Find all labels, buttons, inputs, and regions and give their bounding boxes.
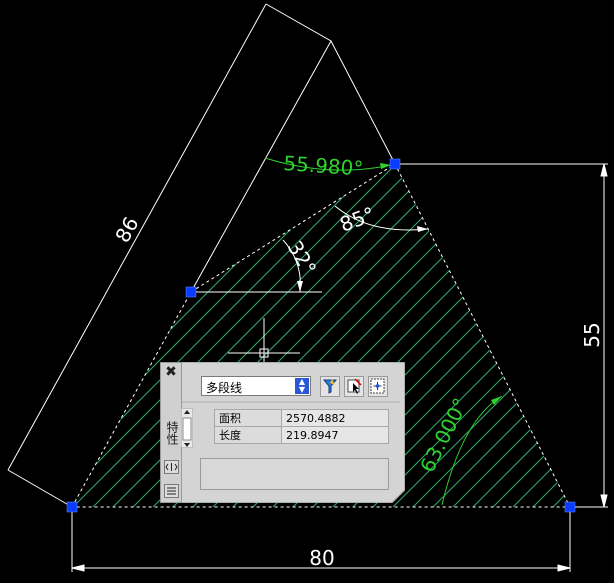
palette-title: 特性 [165,421,179,445]
grip-left[interactable] [185,286,197,298]
object-type-value: 多段线 [206,381,243,395]
properties-palette[interactable]: ✖ 特性 多段线 ▲ ▼ 面积 2570.4882 长度 219.8947 [160,362,405,503]
property-label-area: 面积 [214,409,282,427]
object-type-dropdown[interactable]: 多段线 ▲ ▼ [201,376,311,396]
palette-title-bar[interactable]: ✖ 特性 [160,362,182,503]
pickadd-toggle-button[interactable] [368,376,388,397]
angle-55980-text: 55.980° [283,151,364,181]
properties-menu-icon[interactable] [164,484,179,498]
property-value-length: 219.8947 [281,426,389,444]
close-icon[interactable]: ✖ [163,365,179,379]
palette-scrollbar[interactable] [181,408,193,448]
auto-hide-icon[interactable] [164,460,179,474]
angle-32-text: 32° [283,237,322,280]
property-value-area: 2570.4882 [281,409,389,427]
properties-grid: 面积 2570.4882 长度 219.8947 [214,409,389,444]
grip-top[interactable] [389,158,401,170]
grip-bottom-left[interactable] [66,501,78,513]
quick-select-button[interactable] [320,376,340,397]
crosshair-cursor [228,318,300,362]
grip-bottom-right[interactable] [564,501,576,513]
quick-select-icon [322,379,338,394]
dimension-80-text: 80 [309,546,334,570]
property-description-panel [200,458,389,490]
dimension-86-text: 86 [110,213,143,247]
chevron-down-icon[interactable]: ▲ ▼ [295,378,309,394]
dimension-55-text: 55 [580,322,604,347]
property-label-length: 长度 [214,426,282,444]
select-objects-icon [347,378,362,394]
property-row-length[interactable]: 长度 219.8947 [214,426,389,444]
select-objects-button[interactable] [344,376,364,397]
angle-85-text: 85° [337,202,379,237]
property-row-area[interactable]: 面积 2570.4882 [214,409,389,427]
pickadd-toggle-icon [370,378,385,394]
